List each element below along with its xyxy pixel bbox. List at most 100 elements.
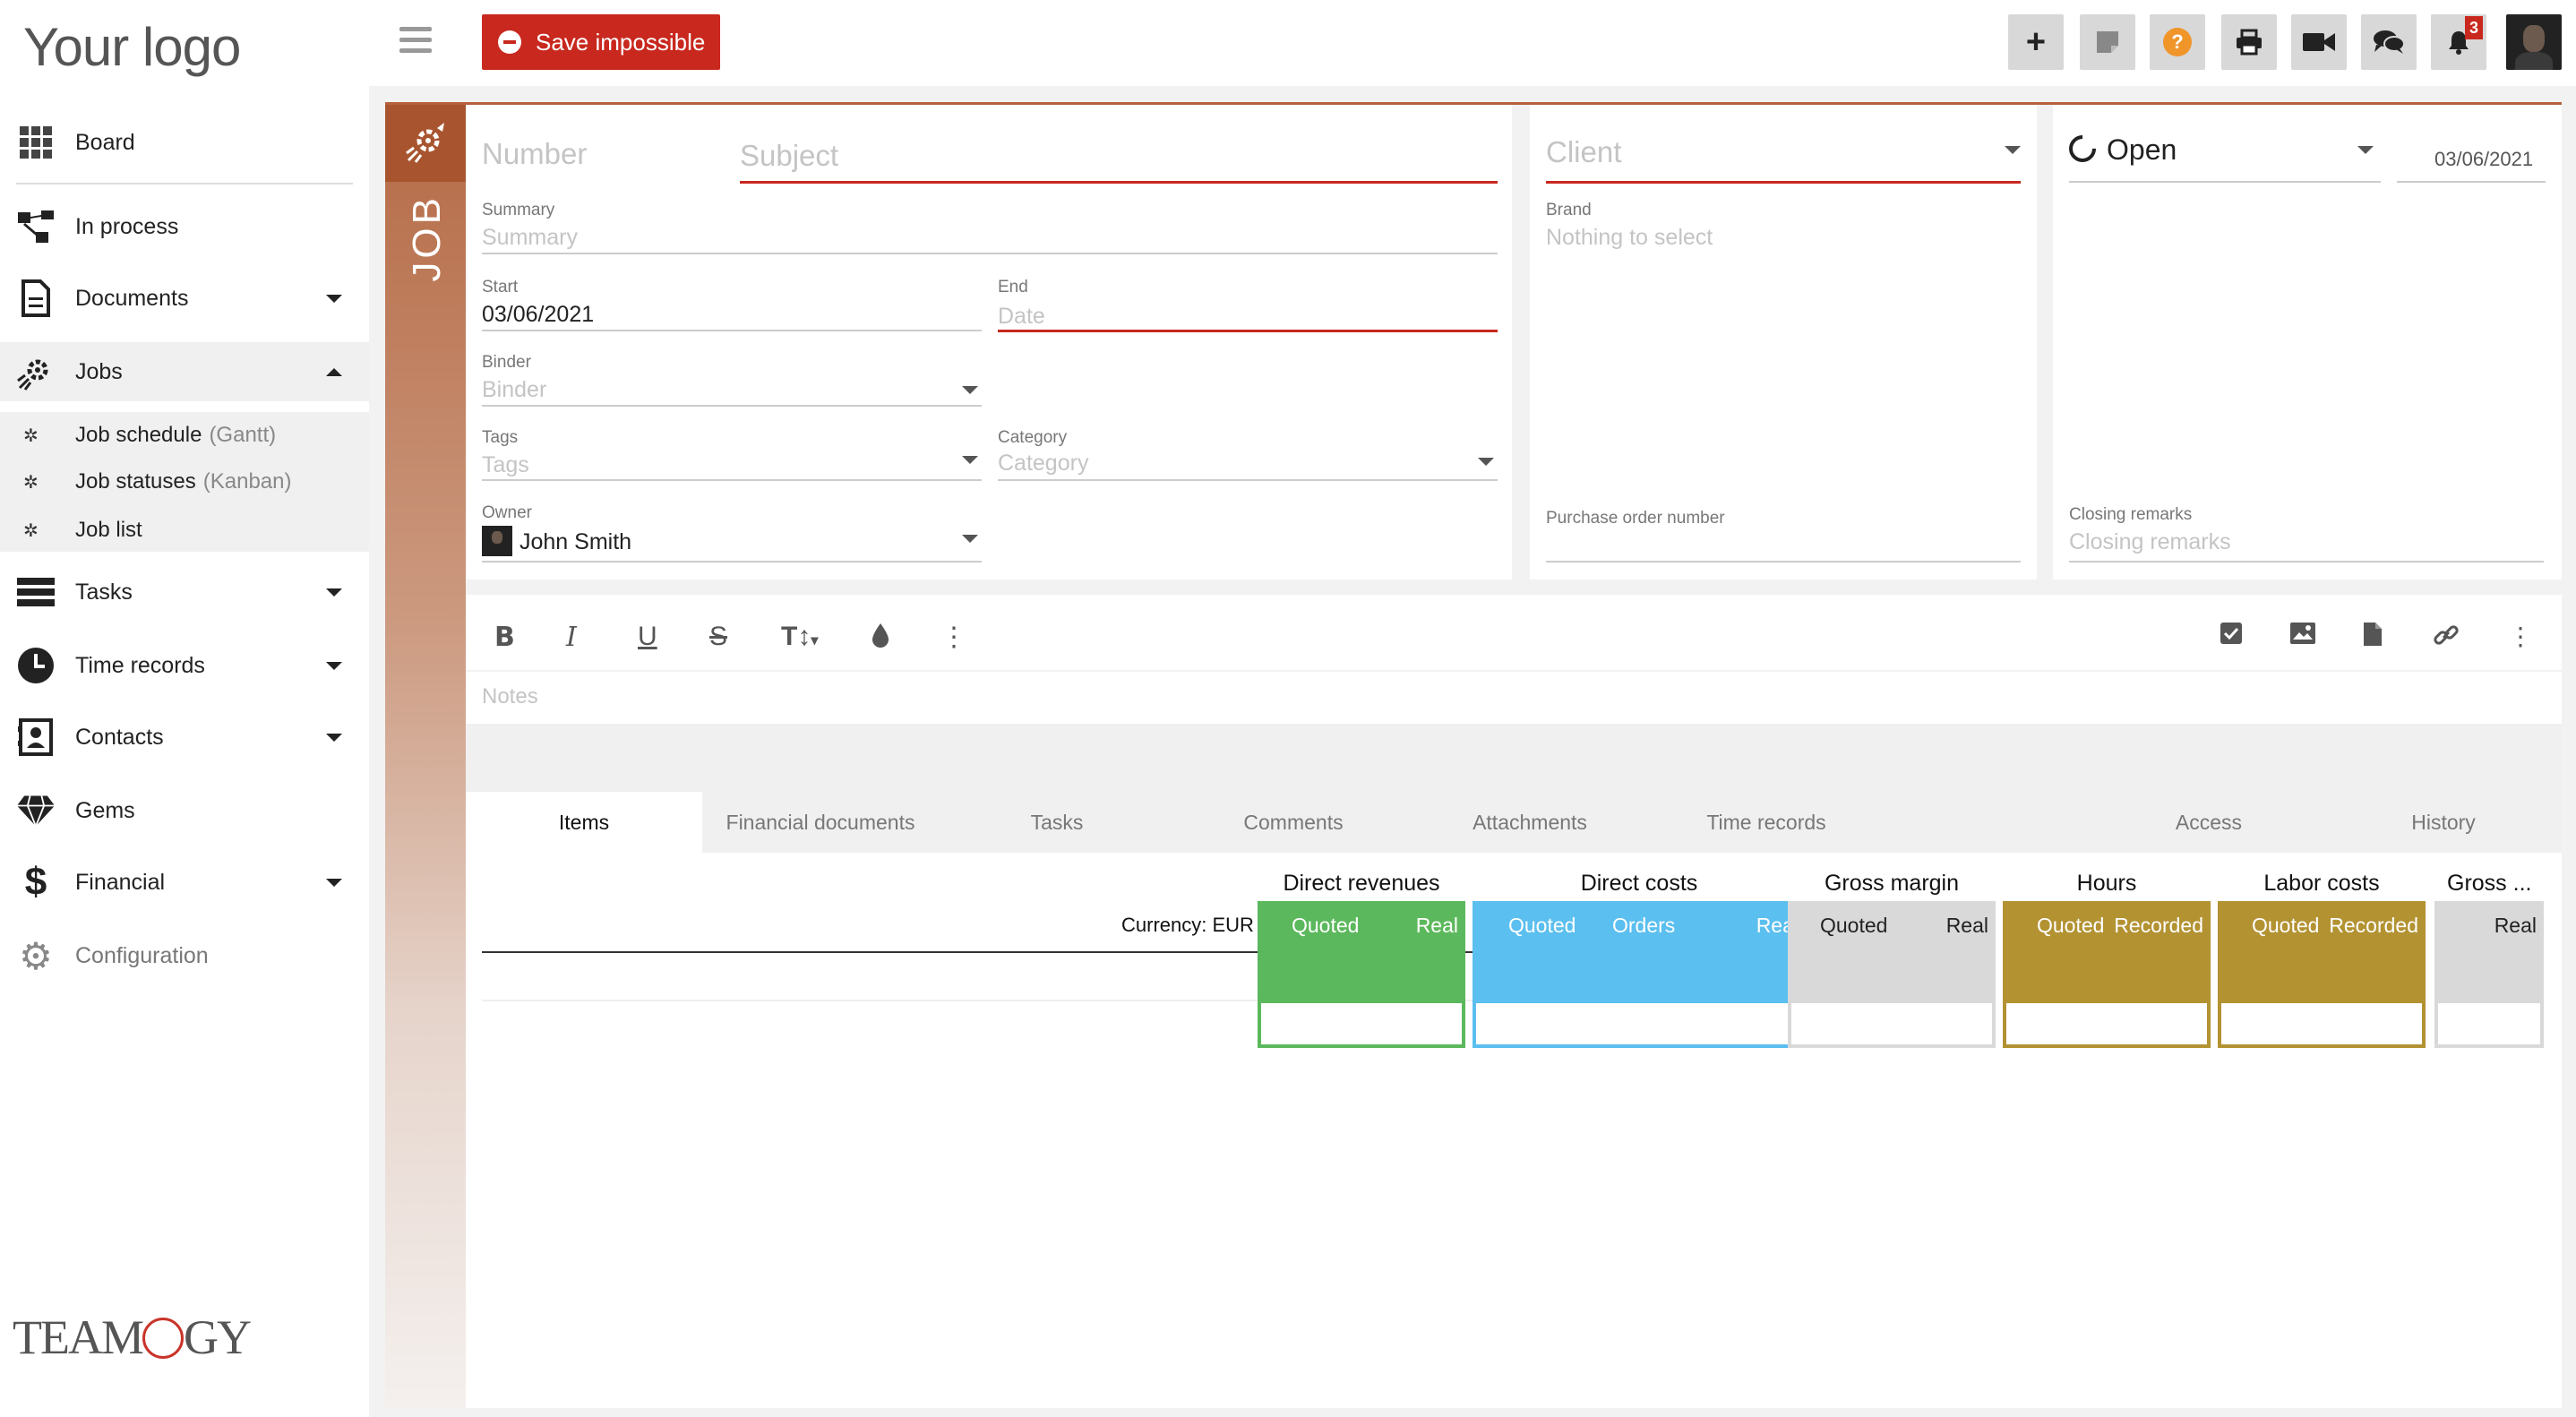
tab-comments[interactable]: Comments bbox=[1175, 792, 1412, 853]
col-recorded[interactable]: Recorded bbox=[2329, 914, 2418, 938]
tab-financial-documents[interactable]: Financial documents bbox=[702, 792, 939, 853]
avatar[interactable] bbox=[2506, 14, 2562, 70]
sidebar-subitem-job-list[interactable]: ✲ Job list bbox=[0, 507, 369, 554]
status-date[interactable]: 03/06/2021 bbox=[2434, 148, 2533, 171]
sidebar-item-gems[interactable]: Gems bbox=[0, 781, 369, 840]
file-icon[interactable] bbox=[2363, 622, 2383, 653]
col-quoted[interactable]: Quoted bbox=[2037, 914, 2104, 938]
tab-tasks[interactable]: Tasks bbox=[939, 792, 1175, 853]
tab-items[interactable]: Items bbox=[466, 792, 702, 853]
group-cell[interactable] bbox=[2434, 1000, 2544, 1048]
help-icon: ? bbox=[2163, 28, 2192, 56]
closing-remarks-underline bbox=[2069, 561, 2544, 563]
tasks-icon bbox=[16, 572, 56, 612]
chevron-down-icon[interactable] bbox=[326, 734, 342, 742]
col-quoted[interactable]: Quoted bbox=[2252, 914, 2319, 938]
po-input[interactable] bbox=[1546, 561, 2021, 563]
add-button[interactable]: + bbox=[2008, 14, 2064, 70]
notifications-button[interactable]: 3 bbox=[2431, 14, 2486, 70]
sidebar-item-jobs[interactable]: Jobs bbox=[0, 342, 369, 401]
save-button[interactable]: Save impossible bbox=[482, 14, 720, 70]
status-underline bbox=[2069, 181, 2381, 183]
summary-input[interactable]: Summary bbox=[482, 225, 578, 251]
col-real[interactable]: Real bbox=[2494, 914, 2537, 938]
col-quoted[interactable]: Quoted bbox=[1820, 914, 1887, 938]
chevron-down-icon[interactable] bbox=[2357, 146, 2374, 154]
more-vertical-icon[interactable]: ⋮ bbox=[2508, 622, 2533, 651]
chevron-down-icon[interactable] bbox=[962, 386, 978, 394]
subject-input[interactable]: Subject bbox=[740, 139, 838, 173]
end-date-input[interactable]: Date bbox=[998, 304, 1045, 330]
contact-card-icon bbox=[16, 717, 56, 757]
chevron-down-icon[interactable] bbox=[326, 879, 342, 887]
sidebar-item-financial[interactable]: $ Financial bbox=[0, 853, 369, 912]
group-cell[interactable] bbox=[1788, 1000, 1996, 1048]
sidebar-item-time-records[interactable]: Time records bbox=[0, 636, 369, 695]
tab-access[interactable]: Access bbox=[2091, 792, 2327, 853]
col-quoted[interactable]: Quoted bbox=[1508, 914, 1576, 938]
group-cell[interactable] bbox=[2003, 1000, 2211, 1048]
status-select[interactable]: Open bbox=[2107, 133, 2177, 167]
note-button[interactable] bbox=[2080, 14, 2135, 70]
color-drop-icon[interactable] bbox=[871, 622, 890, 656]
more-vertical-icon[interactable]: ⋮ bbox=[940, 622, 967, 653]
sidebar-item-label: Job schedule bbox=[75, 423, 202, 447]
col-real[interactable]: Real bbox=[1946, 914, 1988, 938]
sidebar-item-label: Job list bbox=[75, 518, 142, 542]
brand-select[interactable]: Nothing to select bbox=[1546, 225, 1713, 251]
chevron-down-icon[interactable] bbox=[326, 295, 342, 303]
notes-input[interactable]: Notes bbox=[482, 684, 538, 709]
image-icon[interactable] bbox=[2289, 622, 2316, 651]
client-select[interactable]: Client bbox=[1546, 135, 1621, 169]
video-button[interactable] bbox=[2291, 14, 2347, 70]
group-title: Gross margin bbox=[1824, 871, 1960, 896]
owner-select[interactable]: John Smith bbox=[519, 529, 631, 555]
video-camera-icon bbox=[2303, 33, 2335, 51]
col-orders[interactable]: Orders bbox=[1612, 914, 1675, 938]
tab-history[interactable]: History bbox=[2325, 792, 2562, 853]
chevron-down-icon[interactable] bbox=[962, 456, 978, 464]
group-cell[interactable] bbox=[1473, 1000, 1806, 1048]
chevron-down-icon[interactable] bbox=[1478, 458, 1494, 466]
chevron-down-icon[interactable] bbox=[962, 535, 978, 543]
help-button[interactable]: ? bbox=[2150, 14, 2205, 70]
print-button[interactable] bbox=[2221, 14, 2277, 70]
sidebar-subitem-job-schedule[interactable]: ✲ Job schedule (Gantt) bbox=[0, 412, 369, 459]
sidebar-subitem-job-statuses[interactable]: ✲ Job statuses (Kanban) bbox=[0, 459, 369, 505]
chevron-up-icon[interactable] bbox=[326, 368, 342, 376]
sidebar-item-label: Documents bbox=[75, 285, 189, 311]
group-cell[interactable] bbox=[2218, 1000, 2426, 1048]
chevron-down-icon[interactable] bbox=[326, 662, 342, 670]
sidebar-item-contacts[interactable]: Contacts bbox=[0, 708, 369, 767]
sidebar-item-tasks[interactable]: Tasks bbox=[0, 563, 369, 622]
italic-icon[interactable]: I bbox=[566, 622, 577, 653]
col-quoted[interactable]: Quoted bbox=[1292, 914, 1359, 938]
col-recorded[interactable]: Recorded bbox=[2114, 914, 2203, 938]
font-size-icon[interactable]: T↕▾ bbox=[781, 622, 818, 652]
sidebar-item-in-process[interactable]: In process bbox=[0, 197, 369, 256]
col-real[interactable]: Real bbox=[1416, 914, 1458, 938]
chevron-down-icon[interactable] bbox=[326, 588, 342, 597]
closing-remarks-input[interactable]: Closing remarks bbox=[2069, 529, 2231, 555]
underline-icon[interactable]: U bbox=[638, 622, 657, 652]
strikethrough-icon[interactable]: S bbox=[709, 622, 727, 652]
sidebar-item-board[interactable]: Board bbox=[0, 113, 369, 172]
tags-select[interactable]: Tags bbox=[482, 452, 529, 478]
save-button-label: Save impossible bbox=[536, 28, 706, 56]
category-select[interactable]: Category bbox=[998, 451, 1088, 477]
bold-icon[interactable]: B bbox=[494, 622, 515, 653]
number-input[interactable]: Number bbox=[482, 137, 587, 171]
start-date-input[interactable]: 03/06/2021 bbox=[482, 302, 594, 328]
chat-button[interactable] bbox=[2361, 14, 2417, 70]
sidebar-item-documents[interactable]: Documents bbox=[0, 269, 369, 328]
binder-select[interactable]: Binder bbox=[482, 377, 546, 403]
tab-time-records[interactable]: Time records bbox=[1648, 792, 1885, 853]
checkbox-icon[interactable] bbox=[2220, 622, 2243, 651]
menu-icon[interactable] bbox=[399, 27, 432, 59]
link-icon[interactable] bbox=[2433, 622, 2460, 655]
group-cell[interactable] bbox=[1258, 1000, 1465, 1048]
sidebar-item-configuration[interactable]: ⚙ Configuration bbox=[0, 926, 369, 985]
tab-attachments[interactable]: Attachments bbox=[1412, 792, 1648, 853]
document-icon bbox=[16, 279, 56, 318]
chevron-down-icon[interactable] bbox=[2005, 146, 2021, 154]
